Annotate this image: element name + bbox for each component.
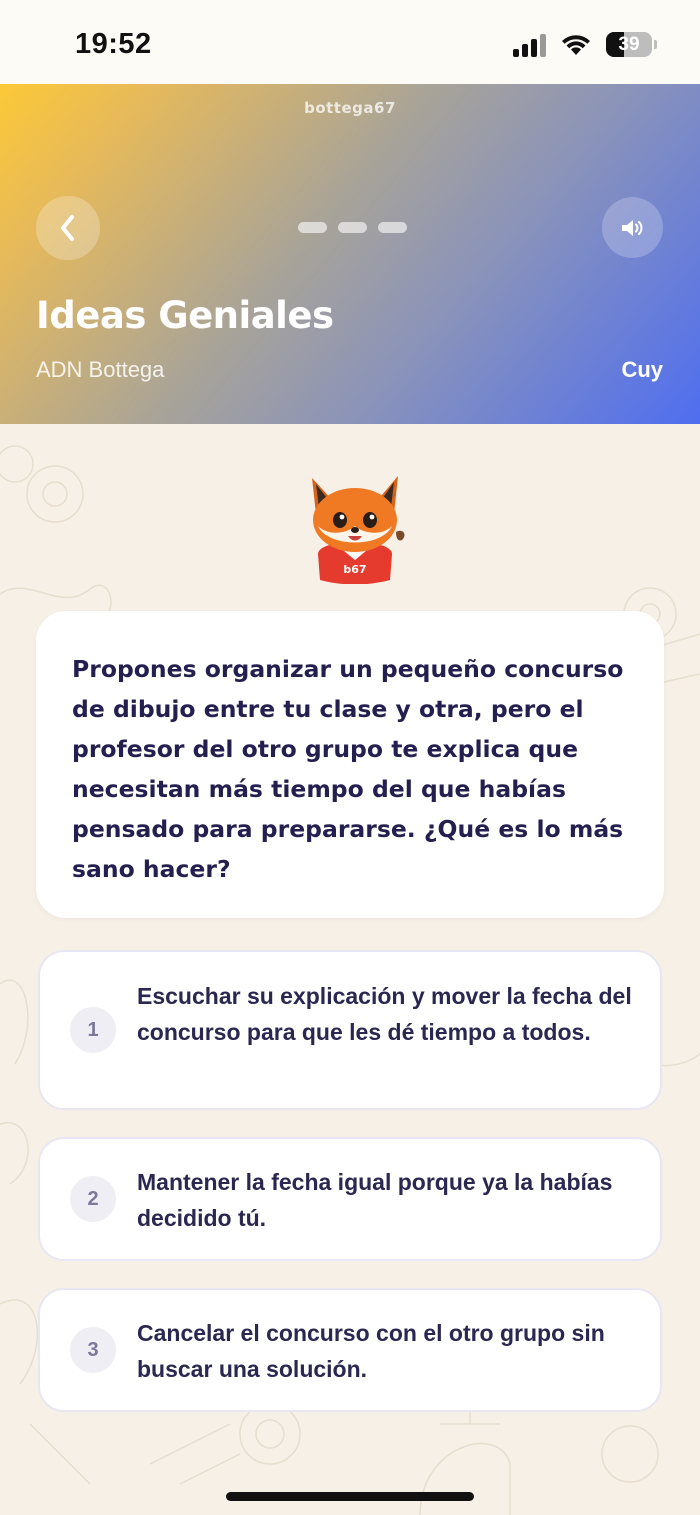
speaker-icon — [621, 219, 642, 236]
character-name: Cuy — [621, 357, 663, 382]
chevron-left-icon — [61, 215, 74, 241]
answer-option-3[interactable]: 3 Cancelar el concurso con el otro grupo… — [38, 1288, 662, 1412]
lesson-header: bottega67 Ideas Geniales ADN Bottega Cuy — [0, 84, 700, 424]
option-number-badge: 3 — [70, 1327, 116, 1373]
progress-step — [298, 222, 327, 233]
option-text: Cancelar el concurso con el otro grupo s… — [137, 1320, 605, 1382]
progress-step — [378, 222, 407, 233]
sound-button[interactable] — [602, 197, 663, 258]
option-text: Mantener la fecha igual porque ya la hab… — [137, 1169, 613, 1231]
option-text: Escuchar su explicación y mover la fecha… — [137, 983, 632, 1045]
lesson-subtitle: ADN Bottega — [36, 357, 165, 382]
wifi-icon — [562, 34, 590, 55]
status-icons: 39 — [513, 32, 657, 57]
option-number-badge: 1 — [70, 1007, 116, 1053]
question-card: Propones organizar un pequeño concurso d… — [36, 611, 664, 918]
cellular-signal-icon — [513, 33, 546, 57]
answer-option-1[interactable]: 1 Escuchar su explicación y mover la fec… — [38, 950, 662, 1110]
question-text: Propones organizar un pequeño concurso d… — [72, 655, 624, 883]
battery-level: 39 — [618, 33, 640, 55]
fox-mascot-icon: b67 — [312, 476, 405, 584]
battery-icon: 39 — [606, 32, 657, 57]
progress-step — [338, 222, 367, 233]
progress-indicator — [298, 222, 407, 233]
mascot-badge-label: b67 — [343, 563, 366, 576]
answer-option-2[interactable]: 2 Mantener la fecha igual porque ya la h… — [38, 1137, 662, 1261]
status-bar: 19:52 39 — [0, 0, 700, 84]
home-indicator[interactable] — [226, 1492, 474, 1501]
status-time: 19:52 — [75, 28, 152, 60]
brand-watermark: bottega67 — [304, 99, 396, 117]
lesson-title: Ideas Geniales — [36, 294, 334, 337]
option-number-badge: 2 — [70, 1176, 116, 1222]
back-button[interactable] — [36, 196, 100, 260]
